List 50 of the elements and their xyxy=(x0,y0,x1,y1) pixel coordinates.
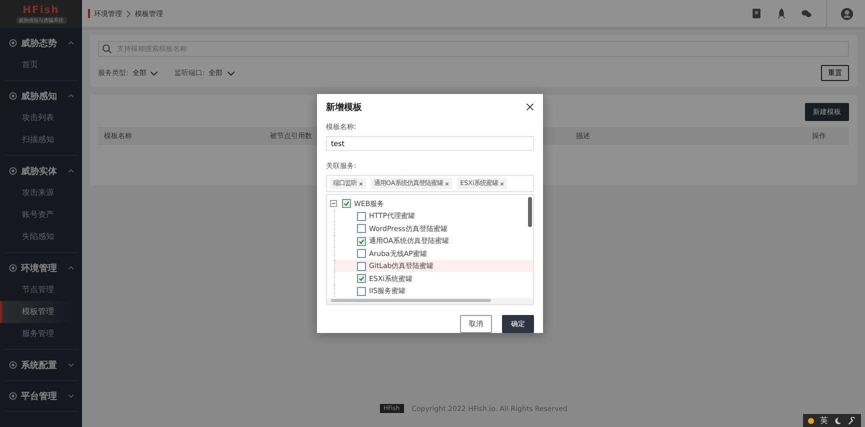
sidebar-item[interactable]: 首页 xyxy=(0,54,78,76)
remove-icon[interactable] xyxy=(359,182,363,186)
avatar-icon[interactable] xyxy=(841,8,853,20)
separator-icon xyxy=(126,10,131,18)
remove-icon[interactable] xyxy=(445,182,450,186)
caret-icon xyxy=(150,70,158,76)
chevron-icon xyxy=(68,394,74,398)
caret-icon xyxy=(226,70,235,76)
search-icon xyxy=(102,44,112,54)
chevron-icon xyxy=(68,363,74,367)
checkbox[interactable] xyxy=(357,274,366,284)
accent-bar xyxy=(88,9,90,18)
checkbox[interactable] xyxy=(357,286,366,296)
chevron-icon xyxy=(68,41,74,45)
chat-icon[interactable] xyxy=(801,8,812,19)
sidebar-item[interactable]: 攻击列表 xyxy=(0,107,78,129)
dialog-title: 新增模板 xyxy=(326,101,362,114)
sidebar-group[interactable]: 环境管理 xyxy=(4,257,78,279)
close-icon[interactable] xyxy=(526,103,534,112)
sidebar-item[interactable]: 失陷感知 xyxy=(0,226,78,248)
sidebar-group[interactable]: 威胁实体 xyxy=(4,160,78,182)
sidebar-group[interactable]: 系统配置 xyxy=(4,354,78,376)
ime-mode[interactable]: 英 xyxy=(820,415,828,426)
sidebar-item[interactable]: 扫描感知 xyxy=(0,129,78,151)
scrollbar[interactable] xyxy=(528,197,532,228)
checkbox[interactable] xyxy=(357,249,366,258)
chevron-icon xyxy=(68,94,74,98)
sidebar-group[interactable]: 平台管理 xyxy=(4,385,78,407)
moon-icon[interactable] xyxy=(834,416,842,424)
rocket-icon[interactable] xyxy=(776,8,787,19)
sidebar-item[interactable]: 账号资产 xyxy=(0,204,78,226)
checkbox[interactable] xyxy=(342,199,351,208)
sidebar-group[interactable]: 威胁态势 xyxy=(4,32,78,54)
wrench-icon[interactable] xyxy=(848,416,856,424)
horizontal-scrollbar[interactable] xyxy=(326,298,534,305)
logo-text: HFish xyxy=(22,4,60,16)
status-dot-icon xyxy=(808,418,814,424)
checkbox[interactable] xyxy=(357,224,366,234)
chevron-icon xyxy=(68,169,74,173)
sidebar-group[interactable]: 威胁感知 xyxy=(4,85,78,107)
checkbox[interactable] xyxy=(357,236,366,246)
collapse-icon[interactable] xyxy=(330,200,337,208)
checkbox[interactable] xyxy=(357,262,366,271)
sidebar-item[interactable]: 攻击来源 xyxy=(0,182,78,204)
chevron-icon xyxy=(68,266,74,270)
checkbox[interactable] xyxy=(357,212,366,221)
remove-icon[interactable] xyxy=(500,182,504,186)
book-icon[interactable] xyxy=(751,8,762,19)
sidebar-item[interactable]: 节点管理 xyxy=(0,279,78,301)
sidebar-item[interactable]: 服务管理 xyxy=(0,323,78,345)
